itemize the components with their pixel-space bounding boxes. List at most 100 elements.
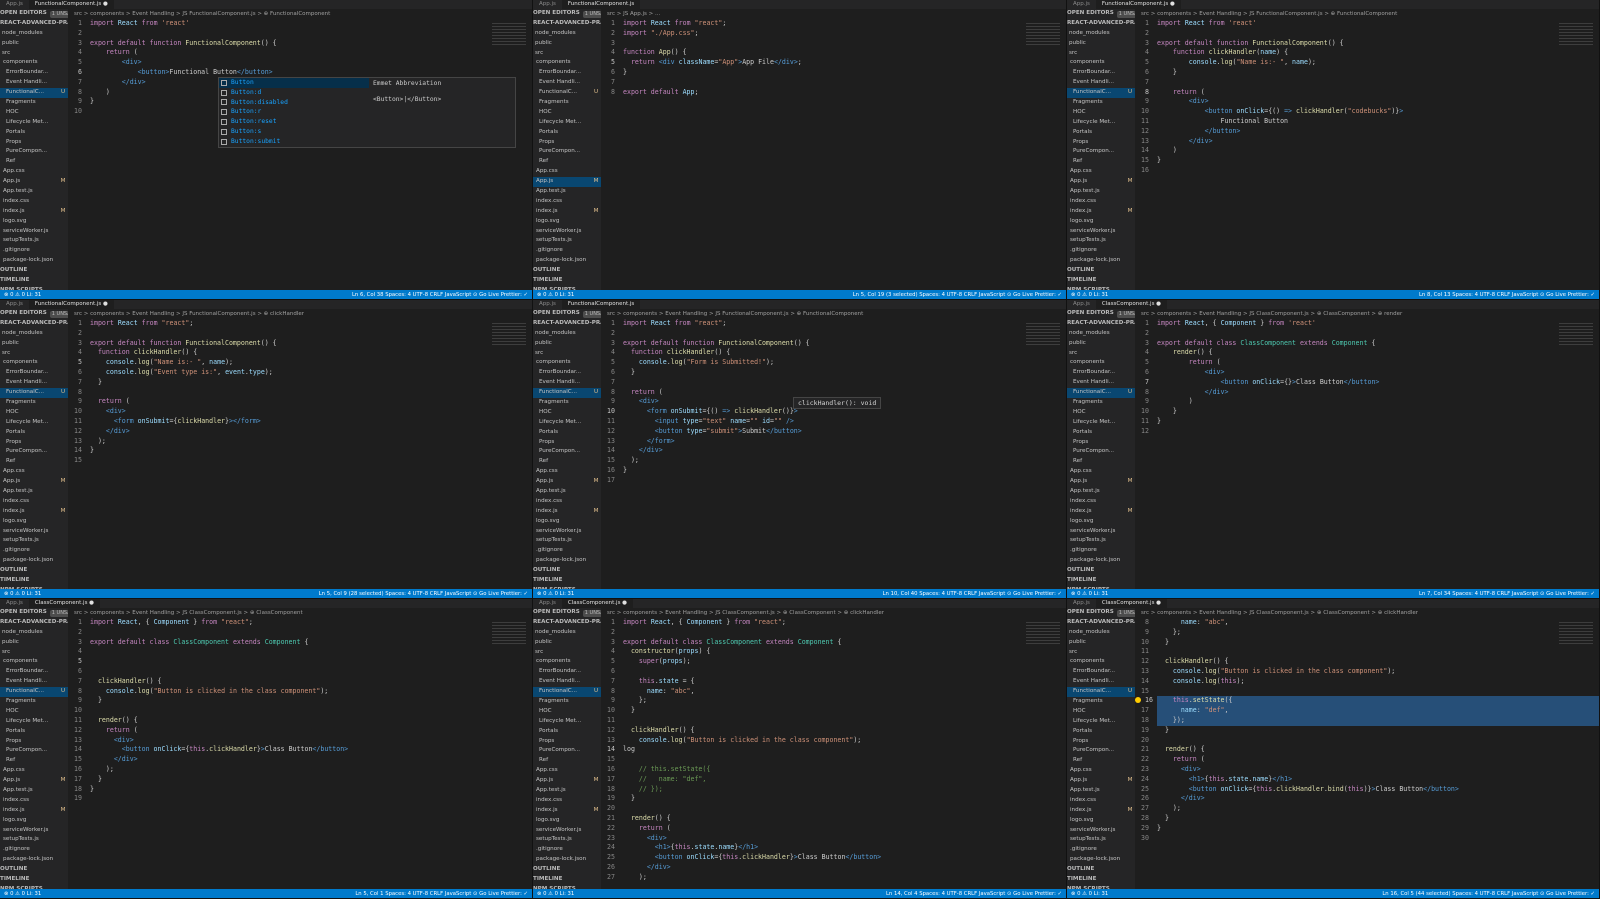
explorer-item[interactable]: Props [0,438,68,448]
explorer-item[interactable]: ErrorBoundar... [0,667,68,677]
problems-indicator[interactable]: ⊗ 0 ⚠ 0 Li: 31 [1071,591,1108,597]
explorer-item[interactable]: Portals [1067,727,1135,737]
code-lines[interactable]: 1 import React from "react"; 2 3 export defa… [68,319,532,466]
minimap[interactable] [1559,622,1593,644]
explorer-item[interactable]: ErrorBoundar... [1067,68,1135,78]
code-line[interactable]: 1 import React from "react"; [68,319,532,329]
code-line[interactable]: 3 export default function FunctionalCompo… [68,39,532,49]
breadcrumb[interactable]: src > components > Event Handling > JS F… [68,9,532,19]
explorer-item[interactable]: Event Handli... [533,378,601,388]
explorer-item[interactable]: setupTests.js [0,536,68,546]
explorer-item[interactable]: package-lock.json [533,256,601,266]
explorer-item[interactable]: PureCompon... [1067,147,1135,157]
code-line[interactable]: 4 render() { [1135,348,1599,358]
explorer-item[interactable]: index.css [533,796,601,806]
explorer-item[interactable]: logo.svg [0,517,68,527]
explorer-item[interactable]: package-lock.json [0,855,68,865]
code-line[interactable]: 3 export default class ClassComponent ext… [601,638,1066,648]
minimap[interactable] [1026,23,1060,45]
code-line[interactable]: 19 } [1135,726,1599,736]
explorer-item[interactable]: serviceWorker.js [533,227,601,237]
code-line[interactable]: 25 <button onClick={this.clickHandler}>C… [601,853,1066,863]
explorer-item[interactable]: App.test.js [0,786,68,796]
editor-tab[interactable]: App.js [1067,300,1096,309]
code-line[interactable]: 7 [601,78,1066,88]
explorer-item[interactable]: setupTests.js [1067,236,1135,246]
code-line[interactable]: 3 export default function FunctionalCompo… [1135,39,1599,49]
explorer-item[interactable]: node_modules [0,329,68,339]
explorer-item[interactable]: serviceWorker.js [0,527,68,537]
explorer-item[interactable]: logo.svg [1067,816,1135,826]
code-line[interactable]: 5 <div> [68,58,532,68]
code-line[interactable]: 17 [601,476,1066,486]
explorer-item[interactable]: Ref [533,457,601,467]
timeline-section[interactable]: TIMELINE [0,576,68,586]
status-right[interactable]: Ln 5, Col 19 (3 selected) Spaces: 4 UTF-… [582,292,1062,298]
explorer-item[interactable]: src [533,49,601,59]
explorer-item[interactable]: .gitignore [533,546,601,556]
explorer-item[interactable]: index.css [1067,197,1135,207]
code-line[interactable]: 2 [68,29,532,39]
explorer-item[interactable]: HOC [1067,108,1135,118]
explorer-item[interactable]: FunctionalC... U [533,388,601,399]
code-line[interactable]: 4 function clickHandler() { [68,348,532,358]
explorer-item[interactable]: PureCompon... [1067,746,1135,756]
explorer-item[interactable]: Props [1067,138,1135,148]
code-line[interactable]: 12 clickHandler() { [601,726,1066,736]
explorer-item[interactable]: ErrorBoundar... [533,667,601,677]
code-line[interactable]: 3 export default class ClassComponent ext… [1135,339,1599,349]
code-editor[interactable]: src > components > Event Handling > JS F… [68,309,532,589]
code-line[interactable]: 18 }); [1135,715,1599,726]
code-line[interactable]: 27 ); [601,873,1066,883]
project-header[interactable]: REACT-ADVANCED-PRACT... [1067,618,1135,628]
explorer-item[interactable]: App.test.js [0,487,68,497]
explorer-item[interactable]: Ref [0,756,68,766]
code-line[interactable]: 23 <div> [601,834,1066,844]
explorer-item[interactable]: FunctionalC... U [0,687,68,698]
code-line[interactable]: 13 <div> [68,736,532,746]
code-line[interactable]: 14 <button onClick={this.clickHandler}>C… [68,745,532,755]
code-editor[interactable]: src > components > Event Handling > JS C… [1135,309,1599,589]
explorer-item[interactable]: Fragments [0,398,68,408]
explorer-item[interactable]: .gitignore [533,246,601,256]
problems-indicator[interactable]: ⊗ 0 ⚠ 0 Li: 31 [1071,891,1108,897]
explorer-item[interactable]: Ref [0,157,68,167]
code-line[interactable]: 15 [1135,687,1599,697]
code-line[interactable]: 30 [1135,834,1599,844]
status-right[interactable]: Ln 6, Col 38 Spaces: 4 UTF-8 CRLF JavaSc… [49,292,528,298]
code-lines[interactable]: 1 import React, { Component } from "react… [601,618,1066,883]
explorer-item[interactable]: Ref [1067,756,1135,766]
code-line[interactable]: 8 [68,388,532,398]
code-line[interactable]: 8 name: "abc", [1135,618,1599,628]
code-line[interactable]: 6 <div> [1135,368,1599,378]
explorer-item[interactable]: logo.svg [0,816,68,826]
explorer-item[interactable]: PureCompon... [0,746,68,756]
explorer-item[interactable]: setupTests.js [533,835,601,845]
minimap[interactable] [1559,323,1593,345]
outline-section[interactable]: OUTLINE [0,865,68,875]
timeline-section[interactable]: TIMELINE [0,276,68,286]
explorer-item[interactable]: components [0,657,68,667]
code-line[interactable]: 27 ); [1135,804,1599,814]
code-line[interactable]: 5 console.log("Form is Submitted!"); [601,358,1066,368]
code-line[interactable]: 4 constructor(props) { [601,647,1066,657]
explorer-item[interactable]: src [533,648,601,658]
code-line[interactable]: 13 console.log("Button is clicked in the… [601,736,1066,746]
explorer-item[interactable]: HOC [0,108,68,118]
explorer-item[interactable]: node_modules [533,29,601,39]
explorer-item[interactable]: logo.svg [533,517,601,527]
explorer-item[interactable]: .gitignore [0,845,68,855]
explorer-item[interactable]: Lifecycle Met... [0,717,68,727]
explorer-item[interactable]: index.js M [1067,507,1135,517]
editor-tab[interactable]: App.js [1067,0,1096,9]
explorer-item[interactable]: Portals [533,727,601,737]
explorer-item[interactable]: PureCompon... [533,147,601,157]
code-lines[interactable]: 1 import React from 'react' 2 3 export defau… [1135,19,1599,176]
explorer-item[interactable]: PureCompon... [1067,447,1135,457]
code-line[interactable]: 2 [601,329,1066,339]
code-editor[interactable]: src > components > Event Handling > JS F… [68,9,532,290]
code-line[interactable]: 29} [1135,824,1599,834]
explorer-item[interactable]: App.js M [0,477,68,487]
code-line[interactable]: 10 } [1135,407,1599,417]
explorer-item[interactable]: App.js M [0,776,68,786]
